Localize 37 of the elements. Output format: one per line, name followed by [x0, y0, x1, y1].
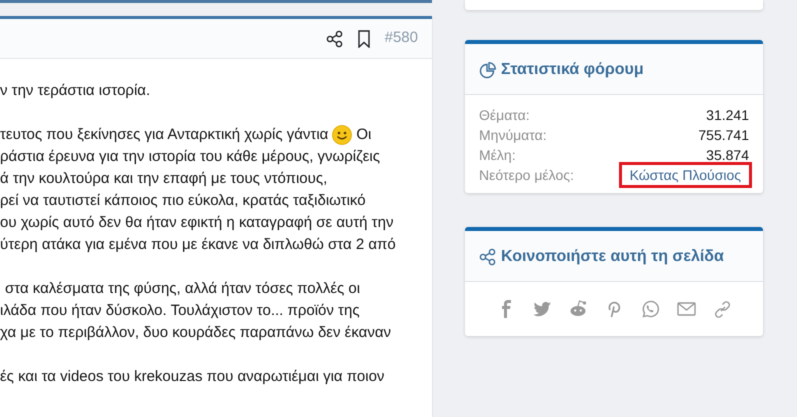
member-link[interactable]: Κώστας Πλούσιος [622, 165, 749, 185]
stat-label: Μέλη: [479, 146, 516, 165]
text-line: ύτερη ατάκα για εμένα που με έκανε να διπλωθώ στα 2 από [0, 235, 396, 255]
alien-icon [568, 300, 588, 319]
text-line: τευτος που ξεκίνησες για Ανταρκτική χωρίς γάντια [0, 125, 328, 145]
share-button[interactable] [326, 30, 343, 48]
smiley-icon [332, 125, 352, 145]
bookmark-icon [356, 30, 371, 48]
stat-label: Θέματα: [479, 106, 530, 125]
share-link-button[interactable] [640, 300, 660, 319]
share-link-button[interactable] [712, 300, 732, 319]
text-line: ρεί να ταυτιστεί κάποιος πιο εύκολα, κρατάς ταξιδιωτικό [0, 191, 366, 211]
text-line: ράστια έρευνα για την ιστορία του κάθε μέρους, γνωρίζεις [0, 147, 380, 167]
text-line: ά την κουλτούρα και την επαφή με τους ντόπιους, [0, 169, 328, 189]
bird-icon [532, 300, 552, 319]
share-icon [479, 248, 496, 266]
share-icon [326, 30, 343, 48]
text-line: ές και τα videos του krekouzas που αναρωτιέμαι για ποιον [0, 367, 384, 387]
share-link-button[interactable] [568, 300, 588, 319]
link-icon [712, 300, 732, 319]
text-line: ν την τεράστια ιστορία. [0, 81, 150, 101]
card-title: Στατιστικά φόρουμ [501, 60, 644, 80]
stat-value: 35.874 [706, 146, 749, 165]
pie-chart-icon [479, 62, 496, 78]
share-link-button[interactable] [532, 300, 552, 319]
stat-label: Νεότερο μέλος: [479, 166, 574, 185]
text-line: ιλάδα που ήταν δύσκολο. Τουλάχιστον το... προϊόν της [0, 301, 360, 321]
bookmark-button[interactable] [356, 30, 371, 48]
phone-bubble-icon [640, 300, 660, 319]
text-line: ου χωρίς αυτό δεν θα ήταν εφικτή η καταγραφή σε αυτή την [0, 213, 394, 233]
text-line: στα καλέσματα της φύσης, αλλά ήταν τόσες πολλές οι [5, 279, 360, 299]
stat-label: Μηνύματα: [479, 126, 547, 145]
card-title: Κοινοποιήστε αυτή τη σελίδα [501, 247, 724, 267]
stat-value: 755.741 [698, 126, 749, 145]
text-line: χα με το περιβάλλον, δυο κουράδες παραπάνω δεν έκαναν [0, 323, 391, 343]
text-line: Οι [356, 125, 372, 145]
stat-value: 31.241 [706, 106, 749, 125]
